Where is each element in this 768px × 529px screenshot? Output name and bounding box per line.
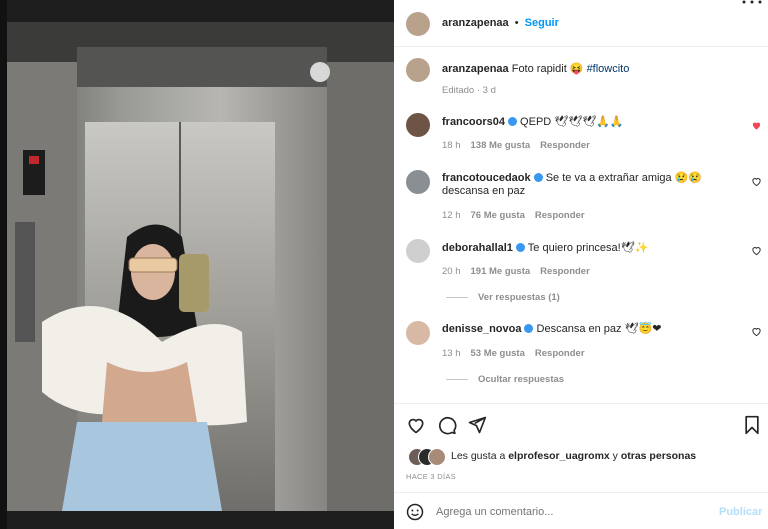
verified-icon	[533, 173, 543, 182]
elevator-selfie-image	[7, 22, 394, 511]
comment-likes[interactable]: 191 Me gusta	[471, 266, 531, 277]
more-icon[interactable]	[741, 0, 763, 4]
comment-text: Descansa en paz 🕊😇❤	[536, 323, 662, 335]
dot-separator: •	[514, 17, 519, 29]
caption-text: Foto rapidit 😝	[511, 63, 584, 75]
post-date[interactable]: HACE 3 DÍAS	[406, 472, 456, 481]
comment-meta: 12 h 76 Me gusta Responder	[442, 210, 585, 221]
replies-line	[446, 296, 468, 298]
caption-avatar[interactable]	[406, 58, 430, 82]
heart-icon[interactable]	[406, 415, 426, 435]
comment-username[interactable]: francoors04	[442, 116, 505, 128]
comment-time[interactable]: 13 h	[442, 348, 461, 359]
comment-text: QEPD 🕊🕊🕊🙏🙏	[520, 116, 624, 128]
comment-meta: 18 h 138 Me gusta Responder	[442, 140, 590, 151]
post-photo	[7, 22, 394, 511]
publish-button[interactable]: Publicar	[719, 506, 762, 518]
share-icon[interactable]	[467, 415, 487, 435]
comment-username[interactable]: francotoucedaok	[442, 172, 531, 184]
avatar[interactable]	[406, 321, 430, 345]
post-detail-panel: aranzapenaa • Seguir aranzapenaa Foto ra…	[394, 0, 768, 529]
reply-button[interactable]: Responder	[540, 140, 590, 151]
comment-likes[interactable]: 53 Me gusta	[471, 348, 525, 359]
caption: aranzapenaa Foto rapidit 😝 #flowcito	[442, 62, 752, 75]
comment-username[interactable]: denisse_novoa	[442, 323, 521, 335]
heart-icon[interactable]	[751, 326, 762, 337]
comment-time[interactable]: 18 h	[442, 140, 461, 151]
heart-icon[interactable]	[751, 245, 762, 256]
background-strip	[0, 0, 7, 529]
verified-icon	[515, 243, 525, 252]
liker-username[interactable]: elprofesor_uagromx	[508, 450, 610, 462]
verified-icon	[507, 117, 517, 126]
comment-item: francotoucedaok Se te va a extrañar amig…	[442, 172, 742, 198]
post-username[interactable]: aranzapenaa	[442, 17, 509, 29]
reply-button[interactable]: Responder	[535, 348, 585, 359]
comment-meta: 20 h 191 Me gusta Responder	[442, 266, 590, 277]
other-likers-link[interactable]: otras personas	[621, 450, 696, 462]
hide-replies-button[interactable]: Ocultar respuestas	[446, 374, 564, 385]
caption-username[interactable]: aranzapenaa	[442, 63, 509, 75]
save-icon[interactable]	[743, 415, 761, 435]
likes-prefix: Les gusta a	[451, 450, 506, 462]
heart-icon[interactable]	[751, 120, 762, 131]
reply-button[interactable]: Responder	[535, 210, 585, 221]
avatar[interactable]	[406, 239, 430, 263]
divider	[394, 492, 768, 493]
caption-hashtag[interactable]: #flowcito	[587, 63, 630, 75]
edited-label: Editado · 3 d	[442, 85, 496, 96]
comment-item: denisse_novoa Descansa en paz 🕊😇❤	[442, 322, 742, 335]
comment-likes[interactable]: 138 Me gusta	[471, 140, 531, 151]
likes-middle: y	[612, 450, 618, 462]
verified-icon	[524, 324, 534, 333]
heart-icon[interactable]	[751, 176, 762, 187]
comment-input[interactable]	[436, 504, 686, 520]
likes-summary: Les gusta a elprofesor_uagromx y otras p…	[451, 450, 696, 462]
divider	[394, 403, 768, 404]
avatar[interactable]	[406, 113, 430, 137]
replies-line	[446, 378, 468, 380]
comment-icon[interactable]	[437, 415, 457, 435]
view-replies-button[interactable]: Ver respuestas (1)	[446, 292, 560, 303]
reply-button[interactable]: Responder	[540, 266, 590, 277]
comment-time[interactable]: 12 h	[442, 210, 461, 221]
comment-likes[interactable]: 76 Me gusta	[471, 210, 525, 221]
avatar	[428, 448, 446, 466]
comment-meta: 13 h 53 Me gusta Responder	[442, 348, 585, 359]
comment-item: deborahallal1 Te quiero princesa!🕊✨	[442, 241, 742, 254]
comment-time[interactable]: 20 h	[442, 266, 461, 277]
comment-item: francoors04 QEPD 🕊🕊🕊🙏🙏	[442, 115, 742, 128]
avatar[interactable]	[406, 12, 430, 36]
emoji-icon[interactable]	[406, 503, 424, 521]
post-header: aranzapenaa • Seguir	[394, 0, 768, 47]
comment-username[interactable]: deborahallal1	[442, 242, 513, 254]
comment-text: Te quiero princesa!🕊✨	[527, 242, 649, 254]
liker-avatars[interactable]	[408, 447, 448, 466]
avatar[interactable]	[406, 170, 430, 194]
follow-button[interactable]: Seguir	[525, 17, 559, 29]
header-user-line: aranzapenaa • Seguir	[442, 17, 559, 29]
